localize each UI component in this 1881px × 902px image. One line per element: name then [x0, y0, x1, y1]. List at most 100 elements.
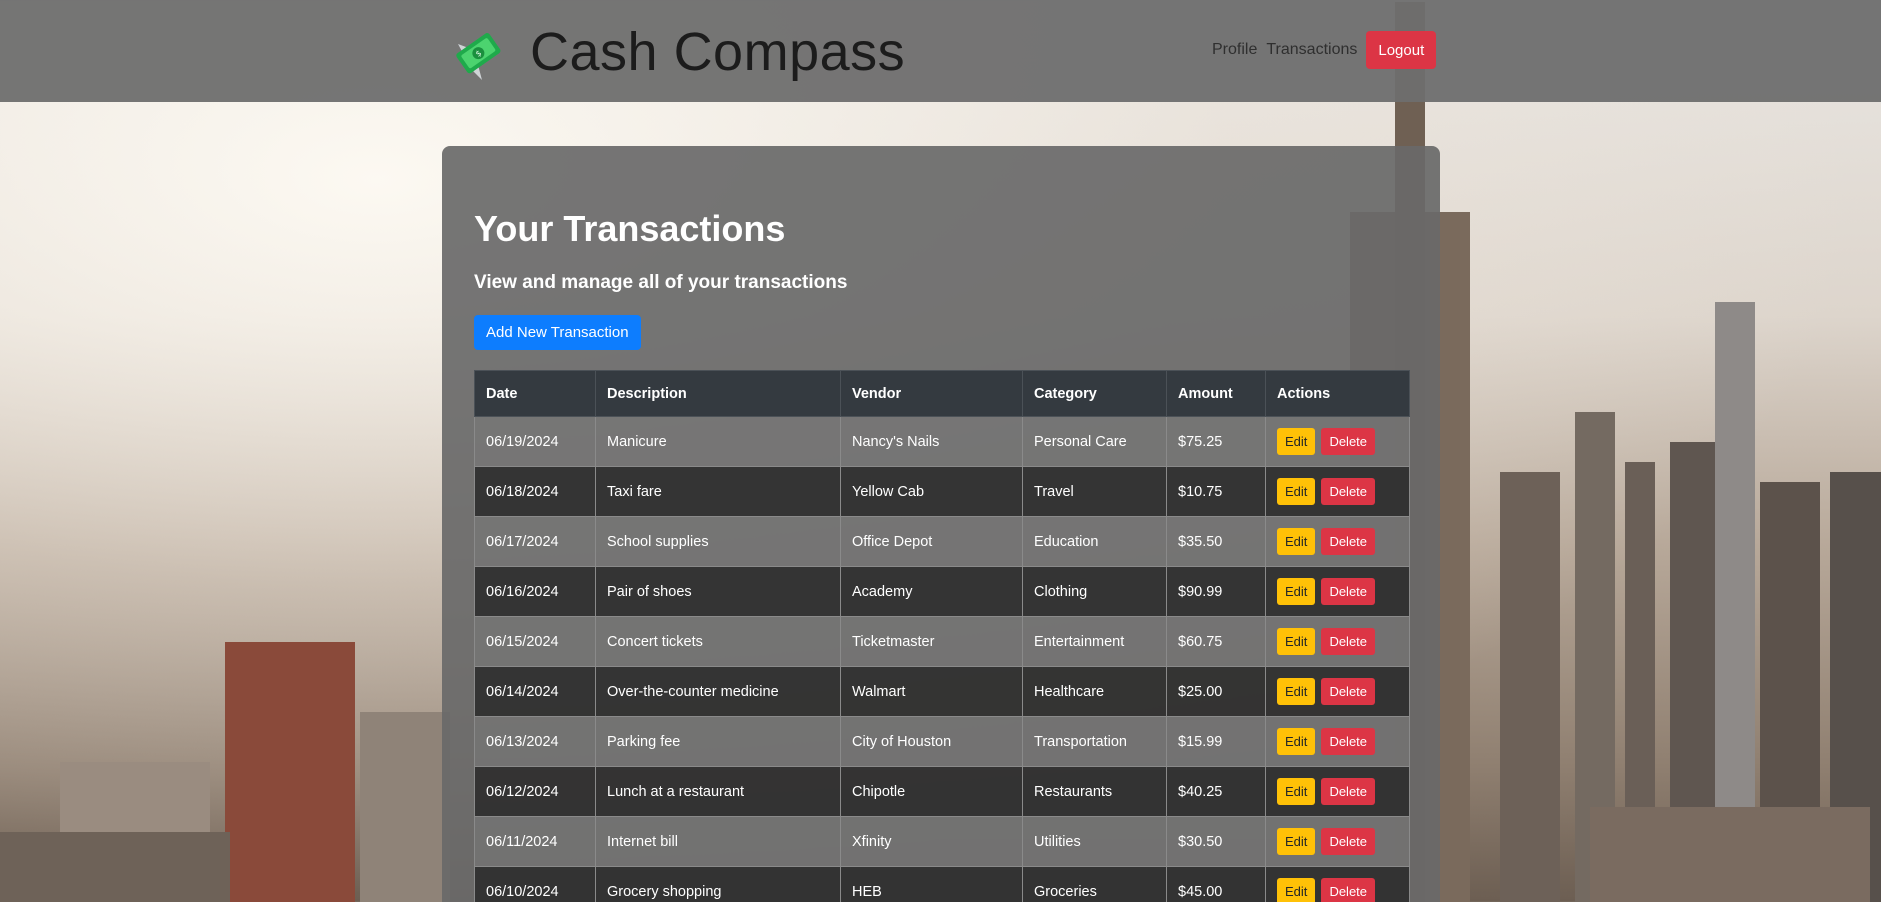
cell-amount: $60.75: [1166, 616, 1266, 667]
cell-actions: Edit Delete: [1265, 616, 1410, 667]
money-bill-icon: $: [456, 33, 501, 80]
brand-name: Cash Compass: [530, 22, 906, 82]
edit-button[interactable]: Edit: [1277, 678, 1316, 705]
cell-category: Utilities: [1022, 816, 1167, 867]
cell-actions: Edit Delete: [1265, 866, 1410, 902]
table-row: 06/12/2024 Lunch at a restaurant Chipotl…: [474, 766, 1410, 817]
nav-transactions-link[interactable]: Transactions: [1266, 41, 1357, 59]
edit-button[interactable]: Edit: [1277, 628, 1316, 655]
cell-amount: $90.99: [1166, 566, 1266, 617]
transactions-panel: Your Transactions View and manage all of…: [442, 146, 1440, 902]
cell-actions: Edit Delete: [1265, 816, 1410, 867]
cell-category: Restaurants: [1022, 766, 1167, 817]
cell-description: Internet bill: [595, 816, 841, 867]
cell-date: 06/14/2024: [474, 666, 596, 717]
edit-button[interactable]: Edit: [1277, 728, 1316, 755]
page-subtitle: View and manage all of your transactions: [474, 272, 848, 293]
table-row: 06/10/2024 Grocery shopping HEB Grocerie…: [474, 866, 1410, 902]
nav-profile-link[interactable]: Profile: [1212, 41, 1257, 59]
cell-vendor: HEB: [840, 866, 1023, 902]
edit-button[interactable]: Edit: [1277, 828, 1316, 855]
cell-category: Groceries: [1022, 866, 1167, 902]
delete-button[interactable]: Delete: [1321, 428, 1376, 455]
cell-description: Manicure: [595, 416, 841, 467]
delete-button[interactable]: Delete: [1321, 478, 1376, 505]
delete-button[interactable]: Delete: [1321, 678, 1376, 705]
transactions-table: Date Description Vendor Category Amount …: [474, 370, 1410, 902]
table-row: 06/18/2024 Taxi fare Yellow Cab Travel $…: [474, 466, 1410, 517]
page-title: Your Transactions: [474, 208, 786, 249]
delete-button[interactable]: Delete: [1321, 778, 1376, 805]
cell-category: Education: [1022, 516, 1167, 567]
cell-amount: $75.25: [1166, 416, 1266, 467]
column-header-actions: Actions: [1265, 370, 1410, 417]
table-row: 06/13/2024 Parking fee City of Houston T…: [474, 716, 1410, 767]
cell-description: Lunch at a restaurant: [595, 766, 841, 817]
delete-button[interactable]: Delete: [1321, 578, 1376, 605]
cell-vendor: Xfinity: [840, 816, 1023, 867]
table-header-row: Date Description Vendor Category Amount …: [474, 370, 1410, 417]
cell-actions: Edit Delete: [1265, 666, 1410, 717]
cell-description: Concert tickets: [595, 616, 841, 667]
cell-amount: $40.25: [1166, 766, 1266, 817]
cell-date: 06/17/2024: [474, 516, 596, 567]
cell-description: Over-the-counter medicine: [595, 666, 841, 717]
table-row: 06/14/2024 Over-the-counter medicine Wal…: [474, 666, 1410, 717]
cell-category: Entertainment: [1022, 616, 1167, 667]
cell-description: School supplies: [595, 516, 841, 567]
cell-vendor: Ticketmaster: [840, 616, 1023, 667]
cell-amount: $30.50: [1166, 816, 1266, 867]
cell-vendor: Chipotle: [840, 766, 1023, 817]
edit-button[interactable]: Edit: [1277, 778, 1316, 805]
table-row: 06/19/2024 Manicure Nancy's Nails Person…: [474, 416, 1410, 467]
cell-category: Personal Care: [1022, 416, 1167, 467]
delete-button[interactable]: Delete: [1321, 628, 1376, 655]
cell-date: 06/18/2024: [474, 466, 596, 517]
table-row: 06/11/2024 Internet bill Xfinity Utiliti…: [474, 816, 1410, 867]
delete-button[interactable]: Delete: [1321, 728, 1376, 755]
cell-category: Clothing: [1022, 566, 1167, 617]
cell-vendor: Academy: [840, 566, 1023, 617]
cell-vendor: Yellow Cab: [840, 466, 1023, 517]
delete-button[interactable]: Delete: [1321, 878, 1376, 902]
cell-category: Transportation: [1022, 716, 1167, 767]
cell-date: 06/15/2024: [474, 616, 596, 667]
delete-button[interactable]: Delete: [1321, 528, 1376, 555]
cell-date: 06/10/2024: [474, 866, 596, 902]
edit-button[interactable]: Edit: [1277, 478, 1316, 505]
brand[interactable]: $ Cash Compass: [452, 22, 905, 82]
cell-date: 06/11/2024: [474, 816, 596, 867]
main-nav: Profile Transactions Logout: [1212, 31, 1437, 69]
cell-actions: Edit Delete: [1265, 566, 1410, 617]
edit-button[interactable]: Edit: [1277, 578, 1316, 605]
cell-date: 06/13/2024: [474, 716, 596, 767]
cell-vendor: City of Houston: [840, 716, 1023, 767]
cell-description: Pair of shoes: [595, 566, 841, 617]
edit-button[interactable]: Edit: [1277, 428, 1316, 455]
cell-actions: Edit Delete: [1265, 716, 1410, 767]
delete-button[interactable]: Delete: [1321, 828, 1376, 855]
cell-description: Grocery shopping: [595, 866, 841, 902]
cell-description: Taxi fare: [595, 466, 841, 517]
cell-date: 06/19/2024: [474, 416, 596, 467]
cell-vendor: Nancy's Nails: [840, 416, 1023, 467]
column-header-amount: Amount: [1166, 370, 1266, 417]
cell-amount: $10.75: [1166, 466, 1266, 517]
cell-category: Healthcare: [1022, 666, 1167, 717]
cell-actions: Edit Delete: [1265, 466, 1410, 517]
column-header-category: Category: [1022, 370, 1167, 417]
column-header-description: Description: [595, 370, 841, 417]
logout-button[interactable]: Logout: [1366, 31, 1437, 69]
cell-date: 06/12/2024: [474, 766, 596, 817]
edit-button[interactable]: Edit: [1277, 528, 1316, 555]
column-header-date: Date: [474, 370, 596, 417]
cell-category: Travel: [1022, 466, 1167, 517]
top-navbar: $ Cash Compass Profile Transactions Logo…: [0, 0, 1881, 102]
table-row: 06/17/2024 School supplies Office Depot …: [474, 516, 1410, 567]
add-transaction-button[interactable]: Add New Transaction: [474, 315, 641, 350]
cell-actions: Edit Delete: [1265, 416, 1410, 467]
table-row: 06/16/2024 Pair of shoes Academy Clothin…: [474, 566, 1410, 617]
cell-description: Parking fee: [595, 716, 841, 767]
edit-button[interactable]: Edit: [1277, 878, 1316, 902]
cell-actions: Edit Delete: [1265, 766, 1410, 817]
